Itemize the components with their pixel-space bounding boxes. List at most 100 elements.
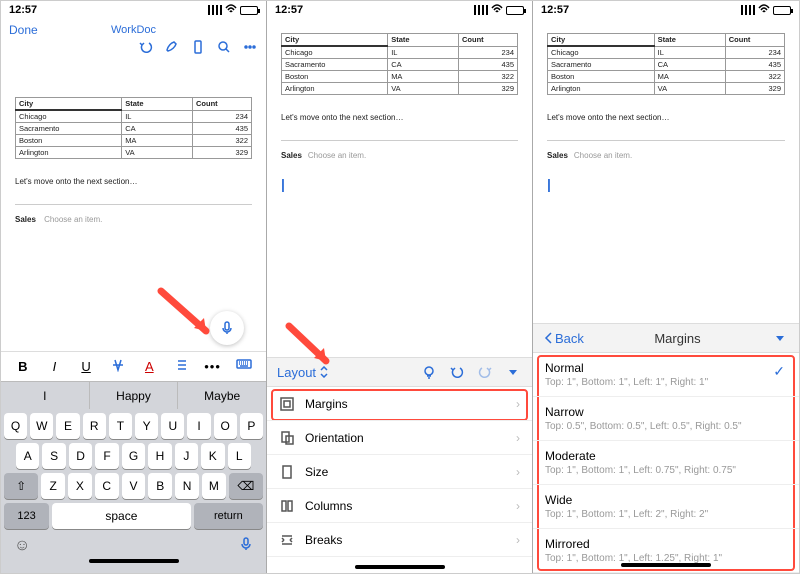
done-button[interactable]: Done	[9, 23, 49, 37]
data-table: CityStateCount ChicagoIL234 SacramentoCA…	[281, 33, 518, 95]
size-icon	[279, 464, 295, 480]
home-indicator	[89, 559, 179, 563]
key-t[interactable]: T	[109, 413, 132, 439]
ribbon-tab-layout[interactable]: Layout	[277, 365, 329, 380]
key-g[interactable]: G	[122, 443, 145, 469]
pane-margins: 12:57 CityStateCount ChicagoIL234 Sacram…	[533, 1, 799, 573]
margin-option-narrow[interactable]: NarrowTop: 0.5", Bottom: 0.5", Left: 0.5…	[533, 397, 799, 441]
th-count: Count	[192, 98, 251, 111]
draw-icon[interactable]	[164, 39, 180, 55]
th-state: State	[122, 98, 193, 111]
battery-icon	[506, 6, 524, 15]
font-button[interactable]: A	[139, 359, 159, 374]
undo-icon[interactable]	[448, 363, 466, 381]
key-o[interactable]: O	[214, 413, 237, 439]
italic-button[interactable]: I	[44, 359, 64, 374]
overflow-icon[interactable]	[242, 39, 258, 55]
menu-orientation[interactable]: Orientation›	[267, 421, 532, 455]
return-key[interactable]: return	[194, 503, 263, 529]
key-n[interactable]: N	[175, 473, 199, 499]
orientation-icon	[279, 430, 295, 446]
key-w[interactable]: W	[30, 413, 53, 439]
chevron-right-icon: ›	[516, 397, 520, 411]
margins-icon	[279, 396, 295, 412]
shift-key[interactable]: ⇧	[4, 473, 38, 499]
backspace-key[interactable]: ⌫	[229, 473, 263, 499]
status-bar: 12:57	[267, 1, 532, 19]
key-m[interactable]: M	[202, 473, 226, 499]
keyboard-toggle-button[interactable]	[234, 359, 254, 374]
sales-field: Sales Choose an item.	[15, 215, 252, 224]
predict-2[interactable]: Happy	[90, 382, 179, 409]
wifi-icon	[491, 4, 503, 17]
key-e[interactable]: E	[56, 413, 79, 439]
key-r[interactable]: R	[83, 413, 106, 439]
emoji-key[interactable]: ☺	[14, 537, 30, 556]
text-cursor: |	[281, 176, 518, 192]
more-format-button[interactable]: •••	[203, 359, 223, 374]
key-k[interactable]: K	[201, 443, 224, 469]
key-b[interactable]: B	[148, 473, 172, 499]
key-u[interactable]: U	[161, 413, 184, 439]
key-x[interactable]: X	[68, 473, 92, 499]
key-y[interactable]: Y	[135, 413, 158, 439]
back-button[interactable]: Back	[543, 331, 584, 346]
key-a[interactable]: A	[16, 443, 39, 469]
data-table: CityStateCount ChicagoIL234 SacramentoCA…	[547, 33, 785, 95]
predict-1[interactable]: I	[1, 382, 90, 409]
redo-icon[interactable]	[476, 363, 494, 381]
key-f[interactable]: F	[95, 443, 118, 469]
data-table[interactable]: City State Count ChicagoIL234 Sacramento…	[15, 97, 252, 159]
num-key[interactable]: 123	[4, 503, 49, 529]
divider	[15, 204, 252, 205]
key-h[interactable]: H	[148, 443, 171, 469]
key-z[interactable]: Z	[41, 473, 65, 499]
key-j[interactable]: J	[175, 443, 198, 469]
predict-3[interactable]: Maybe	[178, 382, 266, 409]
device-icon[interactable]	[190, 39, 206, 55]
key-q[interactable]: Q	[4, 413, 27, 439]
document-body-2[interactable]: CityStateCount ChicagoIL234 SacramentoCA…	[267, 19, 532, 357]
key-d[interactable]: D	[69, 443, 92, 469]
battery-icon	[240, 6, 258, 15]
underline-button[interactable]: U	[76, 359, 96, 374]
wifi-icon	[225, 4, 237, 17]
table-row: ChicagoIL234	[16, 110, 252, 123]
strike-button[interactable]	[108, 358, 128, 375]
margins-header: Back Margins	[533, 323, 799, 353]
document-body-3[interactable]: CityStateCount ChicagoIL234 SacramentoCA…	[533, 19, 799, 323]
document-body[interactable]: City State Count ChicagoIL234 Sacramento…	[1, 57, 266, 351]
menu-margins[interactable]: Margins›	[267, 387, 532, 421]
margin-option-normal[interactable]: NormalTop: 1", Bottom: 1", Left: 1", Rig…	[533, 353, 799, 397]
columns-icon	[279, 498, 295, 514]
check-icon: ✓	[773, 363, 785, 380]
key-i[interactable]: I	[187, 413, 210, 439]
prediction-bar: I Happy Maybe	[1, 381, 266, 409]
collapse-icon[interactable]	[504, 363, 522, 381]
menu-size[interactable]: Size›	[267, 455, 532, 489]
table-row: ArlingtonVA329	[16, 147, 252, 159]
home-indicator	[621, 563, 711, 567]
menu-columns[interactable]: Columns›	[267, 489, 532, 523]
bold-button[interactable]: B	[13, 359, 33, 374]
search-icon[interactable]	[216, 39, 232, 55]
menu-breaks[interactable]: Breaks›	[267, 523, 532, 557]
key-s[interactable]: S	[42, 443, 65, 469]
key-p[interactable]: P	[240, 413, 263, 439]
breaks-icon	[279, 532, 295, 548]
undo-icon[interactable]	[138, 39, 154, 55]
signal-icon	[741, 5, 755, 15]
space-key[interactable]: space	[52, 503, 191, 529]
margin-option-moderate[interactable]: ModerateTop: 1", Bottom: 1", Left: 0.75"…	[533, 441, 799, 485]
mic-key[interactable]	[239, 537, 253, 556]
dictate-button[interactable]	[210, 311, 244, 345]
app-header: Done WorkDoc	[1, 19, 266, 39]
key-c[interactable]: C	[95, 473, 119, 499]
collapse-icon[interactable]	[771, 329, 789, 347]
key-v[interactable]: V	[122, 473, 146, 499]
lightbulb-icon[interactable]	[420, 363, 438, 381]
list-button[interactable]	[171, 358, 191, 375]
key-l[interactable]: L	[228, 443, 251, 469]
margin-option-wide[interactable]: WideTop: 1", Bottom: 1", Left: 2", Right…	[533, 485, 799, 529]
battery-icon	[773, 6, 791, 15]
